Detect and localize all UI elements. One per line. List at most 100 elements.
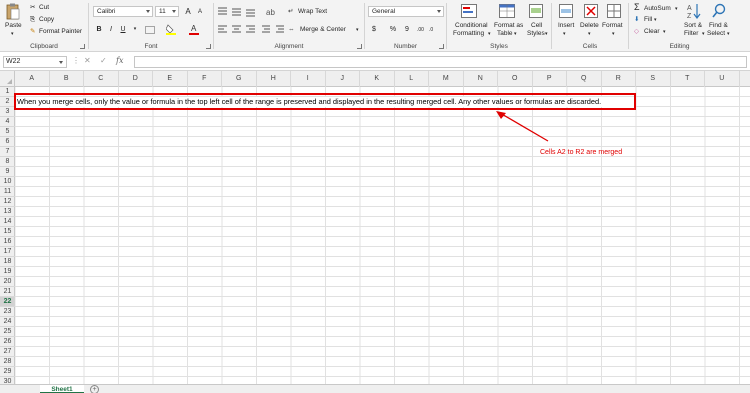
shrink-font-button[interactable]: A bbox=[194, 7, 206, 18]
cancel-icon[interactable]: ✕ bbox=[84, 56, 91, 65]
cell-styles-button-line2[interactable]: Styles bbox=[527, 30, 545, 38]
merge-center-button[interactable]: Merge & Center bbox=[300, 26, 346, 34]
column-header[interactable]: E bbox=[153, 71, 188, 87]
alignment-launcher-icon[interactable] bbox=[357, 44, 362, 49]
row-header[interactable]: 30 bbox=[0, 377, 15, 384]
paste-dropdown-icon[interactable]: ▾ bbox=[11, 30, 14, 38]
row-header[interactable]: 17 bbox=[0, 247, 15, 257]
number-format-dropdown[interactable]: General bbox=[368, 6, 444, 17]
sort-filter-icon[interactable]: A Z bbox=[687, 3, 701, 19]
italic-button[interactable]: I bbox=[105, 24, 117, 35]
fill-dropdown-icon[interactable]: ▾ bbox=[654, 16, 657, 24]
column-header[interactable]: I bbox=[291, 71, 326, 87]
row-header[interactable]: 6 bbox=[0, 137, 15, 147]
underline-button[interactable]: U bbox=[117, 24, 129, 35]
clipboard-launcher-icon[interactable] bbox=[80, 44, 85, 49]
row-header[interactable]: 19 bbox=[0, 267, 15, 277]
column-header[interactable]: R bbox=[602, 71, 636, 87]
column-header[interactable]: M bbox=[429, 71, 464, 87]
number-launcher-icon[interactable] bbox=[439, 44, 444, 49]
grow-font-button[interactable]: A bbox=[182, 6, 194, 17]
find-select-dropdown-icon[interactable]: ▾ bbox=[727, 30, 730, 38]
column-header[interactable]: O bbox=[498, 71, 533, 87]
column-header[interactable]: Q bbox=[567, 71, 602, 87]
conditional-formatting-dropdown-icon[interactable]: ▾ bbox=[488, 30, 491, 38]
autosum-icon[interactable]: Σ bbox=[634, 3, 640, 12]
sort-filter-dropdown-icon[interactable]: ▾ bbox=[702, 30, 705, 38]
increase-decimal-icon[interactable]: .00 bbox=[417, 26, 424, 34]
column-header[interactable]: B bbox=[50, 71, 84, 87]
clear-button[interactable]: Clear bbox=[644, 28, 660, 36]
row-header[interactable]: 3 bbox=[0, 107, 15, 117]
format-painter-button[interactable]: Format Painter bbox=[39, 28, 82, 36]
row-header[interactable]: 11 bbox=[0, 187, 15, 197]
column-header[interactable]: J bbox=[326, 71, 360, 87]
insert-icon[interactable] bbox=[559, 4, 573, 18]
copy-button[interactable]: Copy bbox=[39, 16, 54, 24]
row-header[interactable]: 20 bbox=[0, 277, 15, 287]
row-header[interactable]: 22 bbox=[0, 297, 15, 307]
row-header[interactable]: 9 bbox=[0, 167, 15, 177]
copy-icon[interactable]: ⎘ bbox=[30, 16, 35, 24]
conditional-formatting-icon[interactable] bbox=[461, 4, 477, 18]
delete-button[interactable]: Delete bbox=[580, 22, 599, 30]
column-header[interactable]: S bbox=[636, 71, 671, 87]
row-header[interactable]: 2 bbox=[0, 97, 15, 107]
cut-icon[interactable]: ✂ bbox=[30, 4, 35, 12]
delete-dropdown-icon[interactable]: ▾ bbox=[588, 30, 591, 38]
cell-area[interactable] bbox=[15, 87, 750, 384]
insert-dropdown-icon[interactable]: ▾ bbox=[563, 30, 566, 38]
row-header[interactable]: 25 bbox=[0, 327, 15, 337]
conditional-formatting-button-line2[interactable]: Formatting bbox=[453, 30, 484, 38]
enter-icon[interactable]: ✓ bbox=[100, 56, 107, 65]
borders-icon[interactable] bbox=[145, 26, 155, 34]
cell-styles-dropdown-icon[interactable]: ▾ bbox=[545, 30, 548, 38]
paste-button[interactable]: Paste bbox=[5, 22, 22, 30]
column-header[interactable]: G bbox=[222, 71, 257, 87]
format-painter-icon[interactable]: ✎ bbox=[30, 28, 35, 36]
row-header[interactable]: 5 bbox=[0, 127, 15, 137]
clear-icon[interactable]: ◇ bbox=[634, 28, 639, 36]
column-header[interactable]: H bbox=[257, 71, 291, 87]
format-as-table-button[interactable]: Format as bbox=[494, 22, 523, 30]
column-header[interactable]: T bbox=[671, 71, 705, 87]
format-as-table-button-line2[interactable]: Table bbox=[497, 30, 513, 38]
row-header[interactable]: 15 bbox=[0, 227, 15, 237]
find-select-button-line2[interactable]: Select bbox=[707, 30, 725, 38]
font-launcher-icon[interactable] bbox=[206, 44, 211, 49]
sheet-tab[interactable]: Sheet1 bbox=[40, 385, 84, 393]
new-sheet-icon[interactable]: + bbox=[90, 385, 99, 393]
bold-button[interactable]: B bbox=[93, 24, 105, 35]
delete-icon[interactable] bbox=[584, 4, 598, 18]
wrap-text-button[interactable]: Wrap Text bbox=[298, 8, 327, 16]
row-header[interactable]: 26 bbox=[0, 337, 15, 347]
row-header[interactable]: 29 bbox=[0, 367, 15, 377]
row-header[interactable]: 18 bbox=[0, 257, 15, 267]
decrease-decimal-icon[interactable]: .0 bbox=[429, 26, 433, 34]
format-as-table-icon[interactable] bbox=[499, 4, 515, 18]
clear-dropdown-icon[interactable]: ▾ bbox=[663, 28, 666, 36]
column-header[interactable]: A bbox=[15, 71, 50, 87]
name-box-dropdown-icon[interactable] bbox=[59, 61, 63, 64]
paste-icon[interactable] bbox=[6, 3, 20, 20]
vertical-align-icons[interactable]: ab bbox=[218, 7, 284, 17]
row-header[interactable]: 1 bbox=[0, 87, 15, 97]
font-size-dropdown[interactable]: 11 bbox=[155, 6, 179, 17]
insert-button[interactable]: Insert bbox=[558, 22, 574, 30]
column-header[interactable]: U bbox=[705, 71, 740, 87]
find-select-button[interactable]: Find & bbox=[709, 22, 728, 30]
row-header[interactable]: 21 bbox=[0, 287, 15, 297]
column-header[interactable]: F bbox=[188, 71, 222, 87]
row-header[interactable]: 23 bbox=[0, 307, 15, 317]
row-header[interactable]: 12 bbox=[0, 197, 15, 207]
merge-dropdown-icon[interactable]: ▾ bbox=[356, 26, 359, 34]
formula-input[interactable] bbox=[134, 56, 747, 68]
cut-button[interactable]: Cut bbox=[39, 4, 49, 12]
row-header[interactable]: 27 bbox=[0, 347, 15, 357]
column-header[interactable]: P bbox=[533, 71, 567, 87]
currency-button[interactable]: $ bbox=[368, 24, 380, 35]
column-header[interactable]: K bbox=[360, 71, 395, 87]
row-header[interactable]: 4 bbox=[0, 117, 15, 127]
row-header[interactable]: 8 bbox=[0, 157, 15, 167]
cell-styles-icon[interactable] bbox=[529, 4, 543, 18]
